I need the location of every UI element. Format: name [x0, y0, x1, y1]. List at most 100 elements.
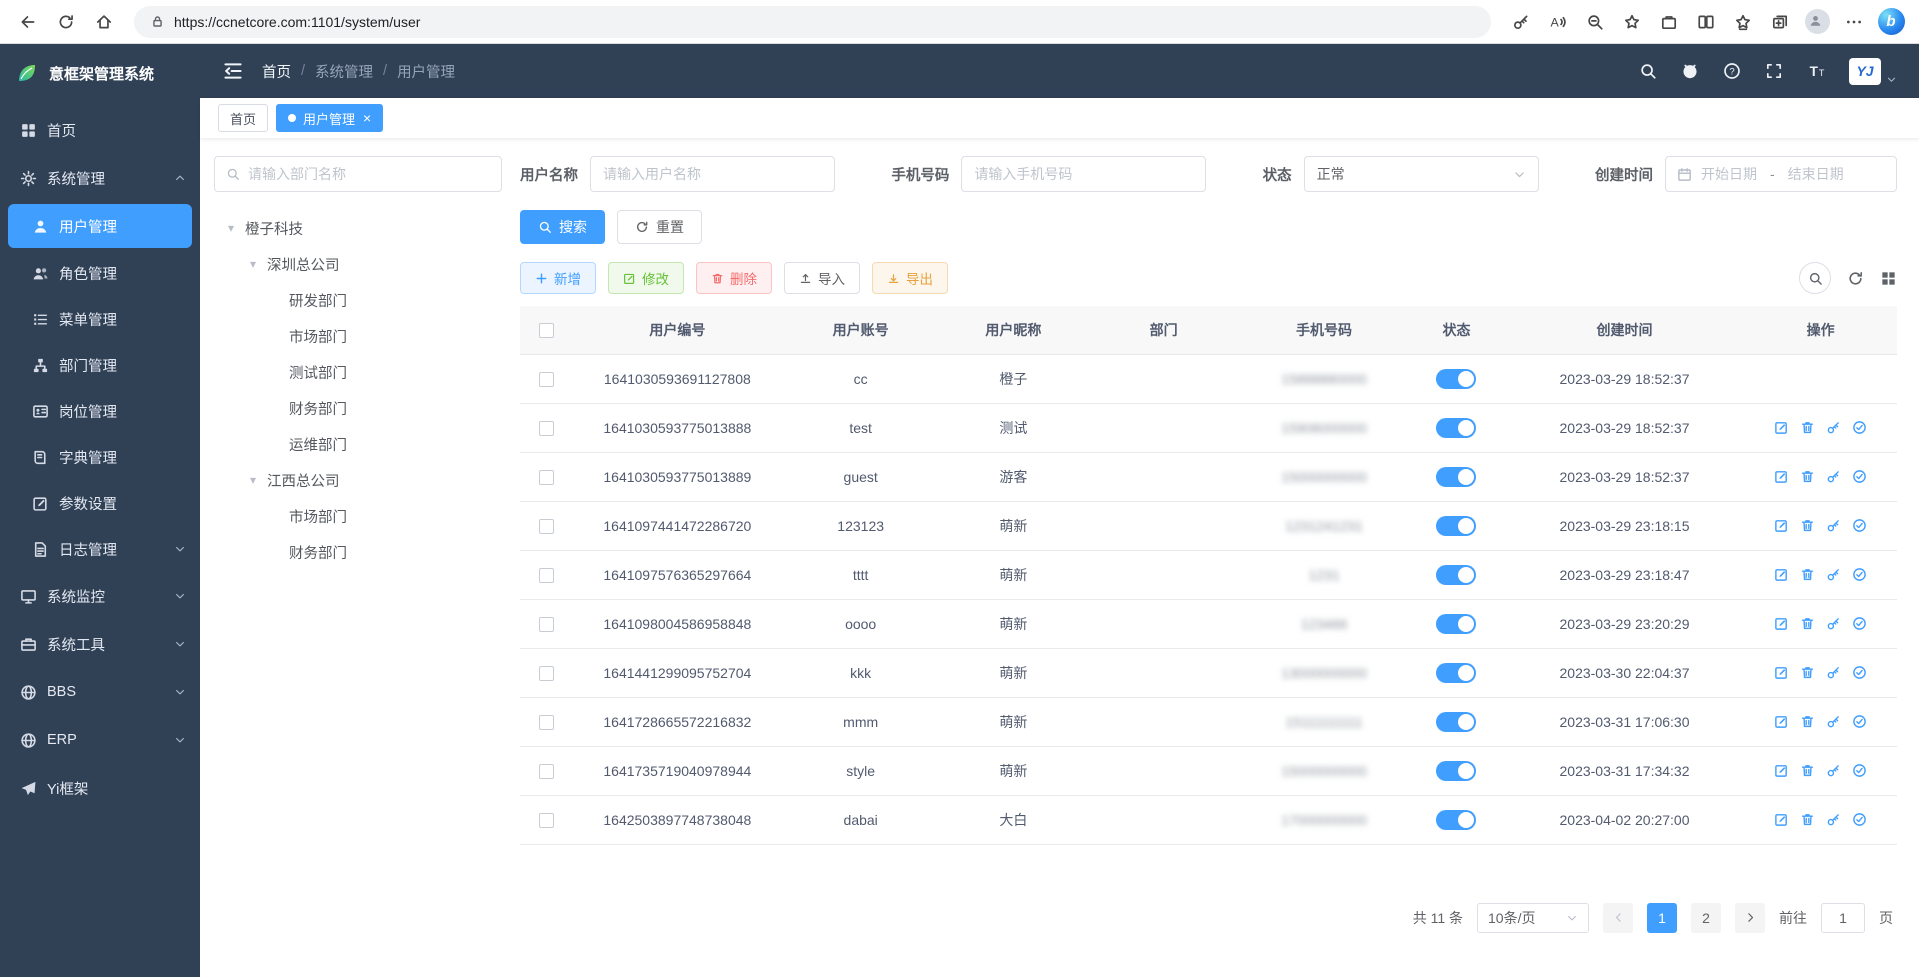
status-toggle[interactable] [1436, 663, 1476, 683]
edit-button[interactable]: 修改 [608, 262, 684, 294]
browser-back-button[interactable] [10, 5, 46, 39]
reset-password-icon[interactable] [1826, 567, 1841, 582]
sidebar-item-role-management[interactable]: 角色管理 [0, 250, 200, 296]
assign-role-icon[interactable] [1852, 665, 1867, 680]
sidebar-item-dict-management[interactable]: 字典管理 [0, 434, 200, 480]
browser-refresh-button[interactable] [48, 5, 84, 39]
tree-node[interactable]: 研发部门 [214, 282, 502, 318]
tree-expand-caret[interactable]: ▾ [246, 257, 260, 271]
assign-role-icon[interactable] [1852, 420, 1867, 435]
fullscreen-button[interactable] [1765, 62, 1783, 80]
next-page-button[interactable] [1735, 903, 1765, 933]
delete-icon[interactable] [1800, 518, 1815, 533]
sidebar-item-system-management[interactable]: 系统管理 [0, 154, 200, 202]
sidebar-item-post-management[interactable]: 岗位管理 [0, 388, 200, 434]
edit-icon[interactable] [1774, 567, 1789, 582]
browser-more-button[interactable] [1836, 5, 1872, 39]
delete-icon[interactable] [1800, 469, 1815, 484]
edit-icon[interactable] [1774, 763, 1789, 778]
delete-icon[interactable] [1800, 567, 1815, 582]
page-button-1[interactable]: 1 [1647, 903, 1677, 933]
user-menu[interactable]: YJ [1849, 58, 1897, 85]
status-select[interactable]: 正常 [1304, 156, 1539, 192]
edit-icon[interactable] [1774, 616, 1789, 631]
row-checkbox[interactable] [539, 764, 554, 779]
tree-node[interactable]: 财务部门 [214, 390, 502, 426]
browser-password-key-button[interactable] [1503, 5, 1539, 39]
import-button[interactable]: 导入 [784, 262, 860, 294]
delete-icon[interactable] [1800, 714, 1815, 729]
tab-用户管理[interactable]: 用户管理× [276, 104, 383, 132]
tree-expand-caret[interactable]: ▾ [246, 473, 260, 487]
sidebar-item-yi-framework[interactable]: Yi框架 [0, 764, 200, 812]
assign-role-icon[interactable] [1852, 469, 1867, 484]
browser-zoom-button[interactable] [1577, 5, 1613, 39]
reset-password-icon[interactable] [1826, 469, 1841, 484]
sidebar-collapse-icon[interactable] [222, 60, 244, 82]
reset-password-icon[interactable] [1826, 812, 1841, 827]
tab-首页[interactable]: 首页 [218, 104, 268, 132]
sidebar-item-user-management[interactable]: 用户管理 [8, 204, 192, 248]
github-button[interactable] [1681, 62, 1699, 80]
column-settings-button[interactable] [1880, 270, 1897, 287]
edit-icon[interactable] [1774, 812, 1789, 827]
tree-node[interactable]: ▾深圳总公司 [214, 246, 502, 282]
reset-password-icon[interactable] [1826, 714, 1841, 729]
row-checkbox[interactable] [539, 519, 554, 534]
reset-password-icon[interactable] [1826, 763, 1841, 778]
sidebar-item-home[interactable]: 首页 [0, 106, 200, 154]
select-all-checkbox[interactable] [539, 323, 554, 338]
date-range-picker[interactable]: 开始日期 - 结束日期 [1665, 156, 1897, 192]
tree-node[interactable]: ▾橙子科技 [214, 210, 502, 246]
tree-expand-caret[interactable]: ▾ [224, 221, 238, 235]
table-refresh-button[interactable] [1847, 270, 1864, 287]
browser-collections-button[interactable] [1762, 5, 1798, 39]
tree-node[interactable]: 运维部门 [214, 426, 502, 462]
row-checkbox[interactable] [539, 666, 554, 681]
sidebar-item-menu-management[interactable]: 菜单管理 [0, 296, 200, 342]
assign-role-icon[interactable] [1852, 567, 1867, 582]
tree-node[interactable]: 财务部门 [214, 534, 502, 570]
tree-node[interactable]: 市场部门 [214, 498, 502, 534]
row-checkbox[interactable] [539, 470, 554, 485]
breadcrumb-item[interactable]: 系统管理 [315, 61, 373, 82]
sidebar-item-bbs[interactable]: BBS [0, 668, 200, 716]
sidebar-item-log-management[interactable]: 日志管理 [0, 526, 200, 572]
sidebar-item-system-monitor[interactable]: 系统监控 [0, 572, 200, 620]
reset-password-icon[interactable] [1826, 518, 1841, 533]
row-checkbox[interactable] [539, 421, 554, 436]
status-toggle[interactable] [1436, 761, 1476, 781]
search-button[interactable] [1639, 62, 1657, 80]
sidebar-item-system-tools[interactable]: 系统工具 [0, 620, 200, 668]
department-search-input[interactable] [248, 166, 490, 182]
delete-icon[interactable] [1800, 812, 1815, 827]
delete-icon[interactable] [1800, 665, 1815, 680]
browser-home-button[interactable] [86, 5, 122, 39]
row-checkbox[interactable] [539, 568, 554, 583]
reset-password-icon[interactable] [1826, 420, 1841, 435]
browser-profile-button[interactable] [1799, 5, 1835, 39]
sidebar-item-dept-management[interactable]: 部门管理 [0, 342, 200, 388]
tree-node[interactable]: 市场部门 [214, 318, 502, 354]
username-input[interactable] [590, 156, 835, 192]
row-checkbox[interactable] [539, 617, 554, 632]
delete-icon[interactable] [1800, 763, 1815, 778]
reset-password-icon[interactable] [1826, 616, 1841, 631]
help-button[interactable]: ? [1723, 62, 1741, 80]
prev-page-button[interactable] [1603, 903, 1633, 933]
reset-password-icon[interactable] [1826, 665, 1841, 680]
status-toggle[interactable] [1436, 369, 1476, 389]
row-checkbox[interactable] [539, 813, 554, 828]
browser-favorite-add-button[interactable] [1614, 5, 1650, 39]
browser-read-aloud-button[interactable]: A [1540, 5, 1576, 39]
breadcrumb-item[interactable]: 首页 [262, 61, 291, 82]
assign-role-icon[interactable] [1852, 812, 1867, 827]
delete-icon[interactable] [1800, 616, 1815, 631]
delete-button[interactable]: 删除 [696, 262, 772, 294]
tree-node[interactable]: 测试部门 [214, 354, 502, 390]
goto-page-input[interactable] [1821, 903, 1865, 933]
page-size-select[interactable]: 10条/页 [1477, 903, 1589, 933]
page-button-2[interactable]: 2 [1691, 903, 1721, 933]
row-checkbox[interactable] [539, 372, 554, 387]
status-toggle[interactable] [1436, 565, 1476, 585]
